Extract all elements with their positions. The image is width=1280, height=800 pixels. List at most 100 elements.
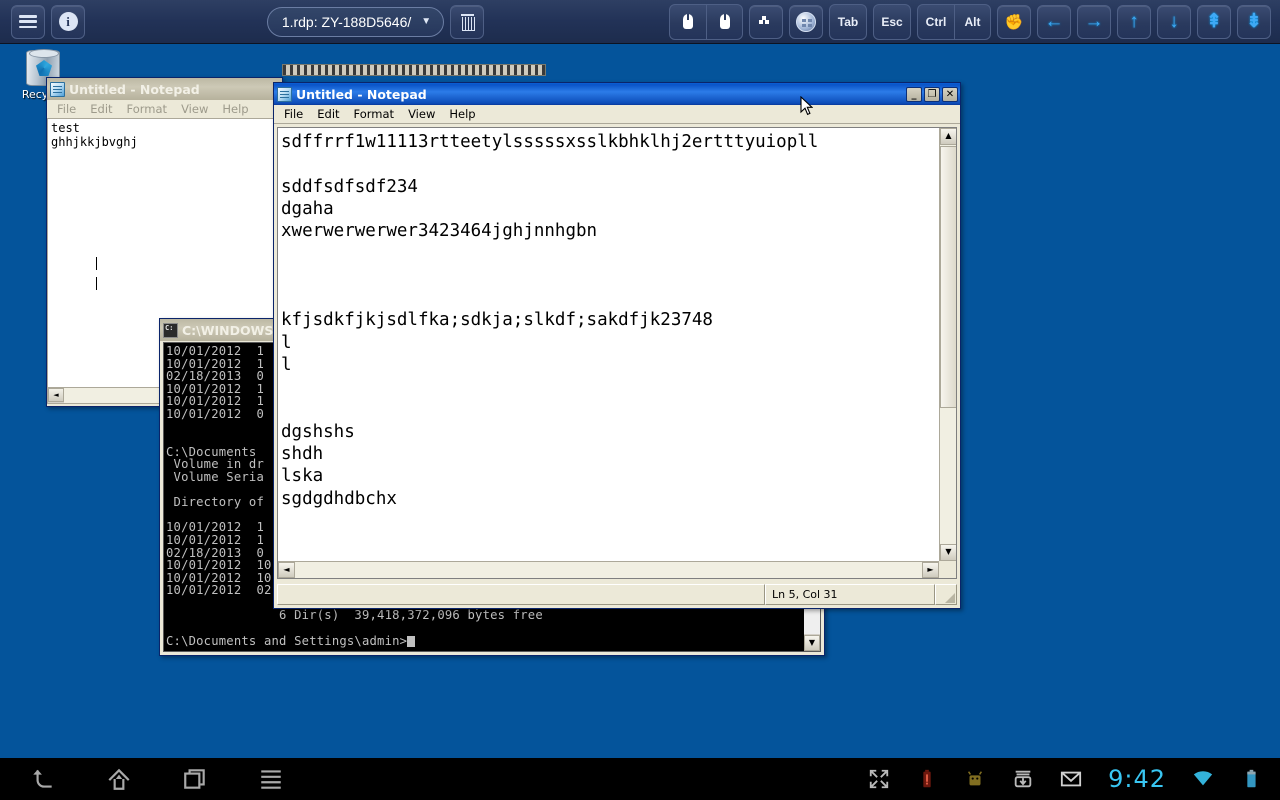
arrow-up-icon: ↑ bbox=[1129, 11, 1139, 32]
toolbar-left-group: i bbox=[0, 4, 88, 39]
notepad1-menu-format[interactable]: Format bbox=[120, 101, 175, 117]
cmd-icon bbox=[163, 322, 178, 338]
toolbar-right-group: Tab Esc Ctrl Alt ✊ ← → ↑ ↓ ⇞ ⇟ bbox=[666, 3, 1280, 40]
back-arrow-icon[interactable] bbox=[30, 766, 56, 792]
android-clock: 9:42 bbox=[1108, 765, 1166, 793]
notepad2-scroll-right-button[interactable]: ► bbox=[922, 562, 939, 578]
notepad-window-active[interactable]: Untitled - Notepad _ ❐ ✕ File Edit Forma… bbox=[273, 82, 961, 609]
notepad1-menu-edit[interactable]: Edit bbox=[83, 101, 119, 117]
hand-icon: ✊ bbox=[1004, 13, 1024, 31]
notepad1-titlebar[interactable]: Untitled - Notepad bbox=[47, 78, 282, 100]
arrow-right-key-button[interactable]: → bbox=[1077, 4, 1111, 39]
keyboard-dots-icon bbox=[758, 15, 774, 28]
notepad1-menu-view[interactable]: View bbox=[174, 101, 215, 117]
trash-icon bbox=[460, 13, 475, 31]
notepad2-menu-view[interactable]: View bbox=[401, 106, 442, 122]
notepad2-title: Untitled - Notepad bbox=[296, 86, 427, 102]
notepad1-caret bbox=[96, 257, 97, 270]
notepad2-scroll-left-button[interactable]: ◄ bbox=[278, 562, 295, 578]
toolbar-center-group: 1.rdp: ZY-188D5646/ ▼ bbox=[88, 4, 666, 39]
arrow-up-key-button[interactable]: ↑ bbox=[1117, 4, 1151, 39]
notepad2-titlebar[interactable]: Untitled - Notepad _ ❐ ✕ bbox=[274, 83, 960, 105]
notepad2-menu-file[interactable]: File bbox=[277, 106, 310, 122]
notepad2-vertical-scrollbar[interactable]: ▲ ▼ bbox=[939, 128, 956, 561]
notepad1-menubar[interactable]: File Edit Format View Help bbox=[47, 100, 282, 119]
arrow-down-key-button[interactable]: ↓ bbox=[1157, 4, 1191, 39]
notepad2-scroll-thumb[interactable] bbox=[940, 146, 956, 408]
notepad2-menu-edit[interactable]: Edit bbox=[310, 106, 346, 122]
remote-desktop-canvas[interactable]: Recycle Untitled - Notepad File Edit For… bbox=[0, 44, 1280, 758]
notepad-icon bbox=[277, 86, 292, 102]
minimize-button[interactable]: _ bbox=[906, 86, 922, 102]
notepad2-scroll-down-button[interactable]: ▼ bbox=[940, 544, 956, 561]
cmd-scroll-down-button[interactable]: ▼ bbox=[804, 635, 820, 651]
notepad1-title: Untitled - Notepad bbox=[69, 81, 200, 97]
delete-session-button[interactable] bbox=[450, 4, 485, 39]
rdp-client-toolbar: i 1.rdp: ZY-188D5646/ ▼ Tab Esc Ctrl Alt… bbox=[0, 0, 1280, 44]
right-mouse-click-button[interactable] bbox=[706, 4, 742, 39]
hamburger-menu-button[interactable] bbox=[11, 4, 45, 39]
esc-key-button[interactable]: Esc bbox=[874, 5, 910, 39]
modifier-key-group-1: Tab bbox=[829, 3, 867, 40]
tab-key-button[interactable]: Tab bbox=[830, 5, 866, 39]
notepad2-text-area[interactable]: sdffrrf1w11113rtteetylsssssxsslkbhklhj2e… bbox=[277, 127, 957, 579]
left-mouse-click-button[interactable] bbox=[670, 5, 706, 39]
notepad2-window-controls: _ ❐ ✕ bbox=[906, 86, 958, 102]
android-status-icons: 9:42 bbox=[868, 765, 1280, 793]
chevron-down-icon: ▼ bbox=[421, 16, 432, 27]
gmail-icon[interactable] bbox=[1060, 768, 1082, 790]
session-selector[interactable]: 1.rdp: ZY-188D5646/ ▼ bbox=[266, 6, 445, 37]
notepad-icon bbox=[50, 81, 65, 97]
status-bar-position: Ln 5, Col 31 bbox=[765, 584, 935, 605]
wifi-icon[interactable] bbox=[1192, 768, 1214, 790]
arrow-right-icon: → bbox=[1084, 11, 1104, 32]
windows-key-button[interactable] bbox=[789, 4, 823, 39]
alt-key-button[interactable]: Alt bbox=[954, 4, 990, 39]
notepad2-menu-help[interactable]: Help bbox=[442, 106, 482, 122]
notepad1-scroll-left-button[interactable]: ◄ bbox=[48, 388, 64, 402]
recent-apps-icon[interactable] bbox=[182, 766, 208, 792]
notepad1-menu-help[interactable]: Help bbox=[215, 101, 255, 117]
page-down-key-button[interactable]: ⇟ bbox=[1237, 4, 1271, 39]
notepad1-text-content: test ghhjkkjbvghj bbox=[51, 121, 138, 149]
notepad2-menu-format[interactable]: Format bbox=[347, 106, 402, 122]
session-selector-label: 1.rdp: ZY-188D5646/ bbox=[281, 13, 412, 30]
pan-mode-button[interactable]: ✊ bbox=[997, 4, 1031, 39]
hamburger-icon bbox=[19, 15, 37, 28]
menu-lines-icon[interactable] bbox=[258, 766, 284, 792]
battery-alert-icon[interactable] bbox=[916, 768, 938, 790]
status-bar-blank bbox=[277, 584, 765, 605]
notepad2-status-bar: Ln 5, Col 31 bbox=[277, 584, 957, 605]
arrow-left-key-button[interactable]: ← bbox=[1037, 4, 1071, 39]
page-down-icon: ⇟ bbox=[1246, 11, 1262, 32]
notepad2-scroll-up-button[interactable]: ▲ bbox=[940, 128, 956, 145]
download-icon[interactable] bbox=[1012, 768, 1034, 790]
page-up-key-button[interactable]: ⇞ bbox=[1197, 4, 1231, 39]
modifier-key-group-3: Ctrl Alt bbox=[917, 3, 991, 40]
notepad2-scroll-corner bbox=[939, 561, 956, 578]
mouse-left-icon bbox=[683, 14, 693, 29]
home-icon[interactable] bbox=[106, 766, 132, 792]
ctrl-key-button[interactable]: Ctrl bbox=[918, 5, 954, 39]
notepad2-horizontal-scrollbar[interactable]: ◄ ► bbox=[278, 561, 939, 578]
cmd-cursor bbox=[407, 635, 416, 647]
notepad1-menu-file[interactable]: File bbox=[50, 101, 83, 117]
windows-logo-icon bbox=[796, 11, 816, 32]
battery-icon[interactable] bbox=[1240, 768, 1262, 790]
session-info-button[interactable]: i bbox=[51, 4, 85, 39]
mouse-button-group bbox=[669, 3, 743, 40]
notepad2-menubar[interactable]: File Edit Format View Help bbox=[274, 105, 960, 124]
status-bar-resize-grip[interactable] bbox=[935, 584, 957, 605]
notepad2-hscroll-track[interactable] bbox=[295, 562, 922, 578]
android-navigation-bar: 9:42 bbox=[0, 758, 1280, 800]
maximize-button[interactable]: ❐ bbox=[924, 86, 940, 102]
notepad2-text-content: sdffrrf1w11113rtteetylsssssxsslkbhklhj2e… bbox=[281, 132, 819, 509]
fullscreen-icon[interactable] bbox=[868, 768, 890, 790]
background-window-sliver[interactable] bbox=[282, 64, 546, 76]
notepad1-caret-2 bbox=[96, 277, 97, 290]
info-icon: i bbox=[58, 12, 78, 31]
android-robot-icon[interactable] bbox=[964, 768, 986, 790]
arrow-down-icon: ↓ bbox=[1169, 11, 1179, 32]
close-button[interactable]: ✕ bbox=[942, 86, 958, 102]
keyboard-toggle-button[interactable] bbox=[749, 4, 783, 39]
